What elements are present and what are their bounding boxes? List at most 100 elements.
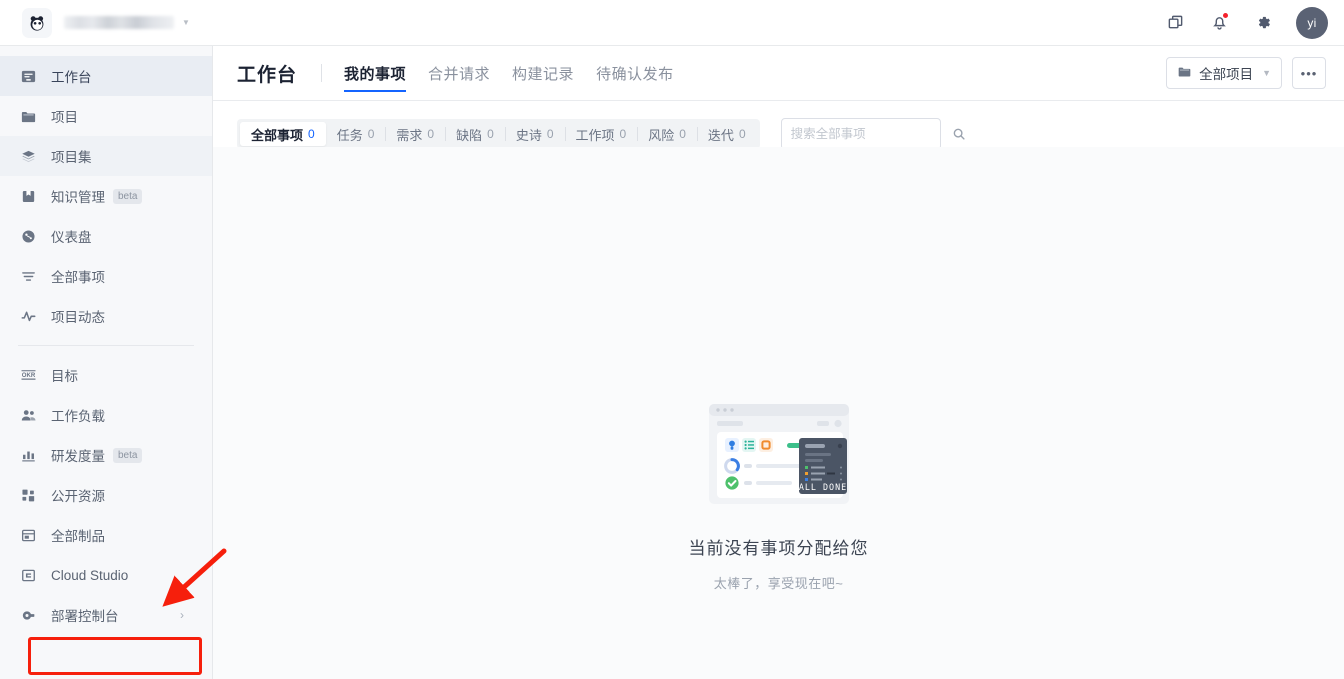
sidebar-item-knowledge[interactable]: 知识管理 beta xyxy=(0,176,212,216)
filter-row: 全部事项 0 任务 0 需求 0 缺陷 0 史诗 0 工作项 0 风险 0 迭代… xyxy=(213,101,1344,150)
chip-label: 迭代 xyxy=(707,127,734,143)
page-header: 工作台 我的事项 合并请求 构建记录 待确认发布 全部项目 ▼ ••• xyxy=(213,46,1344,101)
issue-list-area: ALL DONE 当前没有事项分配给您 太棒了，享受现在吧~ xyxy=(213,147,1344,679)
sidebar-item-label: 项目 xyxy=(51,110,78,125)
sidebar: 工作台 项目 项目集 知识管理 beta 仪表盘 全部事项 项目动态 OKR 目… xyxy=(0,46,213,679)
users-icon xyxy=(18,405,38,425)
sidebar-item-cloud-studio[interactable]: Cloud Studio xyxy=(0,555,212,595)
folder-icon xyxy=(1177,64,1192,82)
chip-requirement[interactable]: 需求 0 xyxy=(385,122,445,146)
cloud-studio-icon xyxy=(18,565,38,585)
tab-pending-release[interactable]: 待确认发布 xyxy=(596,46,674,101)
copy-windows-icon[interactable] xyxy=(1164,12,1186,34)
tab-my-issues[interactable]: 我的事项 xyxy=(344,46,407,101)
chip-label: 工作项 xyxy=(575,127,615,143)
chip-all-issues[interactable]: 全部事项 0 xyxy=(240,122,326,146)
folder-icon xyxy=(18,106,38,126)
chip-label: 全部事项 xyxy=(251,127,304,143)
tab-build-records[interactable]: 构建记录 xyxy=(512,46,574,101)
brand-area[interactable]: ▼ xyxy=(0,7,190,38)
svg-text:OKR: OKR xyxy=(21,373,35,379)
chip-count: 0 xyxy=(308,127,315,141)
grid-squares-icon xyxy=(18,485,38,505)
chip-iteration[interactable]: 迭代 0 xyxy=(696,122,757,146)
more-options-button[interactable]: ••• xyxy=(1292,57,1326,89)
sidebar-item-label: 仪表盘 xyxy=(51,230,92,245)
project-select-label: 全部项目 xyxy=(1199,67,1254,82)
chip-count: 0 xyxy=(546,127,554,141)
bell-notification-icon[interactable] xyxy=(1208,11,1230,34)
sidebar-item-label: 项目集 xyxy=(51,150,92,165)
sidebar-item-label: 研发度量 xyxy=(51,449,105,464)
sidebar-item-deploy-console[interactable]: 部署控制台 › xyxy=(0,595,212,635)
sidebar-item-all-artifacts[interactable]: 全部制品 xyxy=(0,515,212,555)
chip-epic[interactable]: 史诗 0 xyxy=(504,122,565,146)
chip-task[interactable]: 任务 0 xyxy=(326,122,386,146)
avatar[interactable]: yi xyxy=(1296,6,1328,39)
chip-count: 0 xyxy=(367,127,375,141)
org-name-redacted xyxy=(64,16,174,29)
sidebar-item-workload[interactable]: 工作负载 xyxy=(0,395,212,435)
sidebar-item-metrics[interactable]: 研发度量 beta xyxy=(0,435,212,475)
chip-work-item[interactable]: 工作项 0 xyxy=(564,122,638,146)
deploy-console-icon xyxy=(18,605,38,625)
sidebar-item-label: 全部事项 xyxy=(51,270,105,285)
header-actions: 全部项目 ▼ ••• xyxy=(1166,57,1344,89)
sidebar-item-workbench[interactable]: 工作台 xyxy=(0,56,212,96)
sidebar-item-project-activity[interactable]: 项目动态 xyxy=(0,296,212,336)
all-done-illustration: ALL DONE xyxy=(708,404,849,504)
bar-chart-icon xyxy=(18,445,38,465)
sidebar-item-project-set[interactable]: 项目集 xyxy=(0,136,212,176)
sidebar-item-label: 部署控制台 xyxy=(51,609,119,624)
top-bar: ▼ yi xyxy=(0,0,1344,46)
app-root: ▼ yi 工作台 项目 项目集 知识管理 beta 仪表盘 全部事项 项目动态 … xyxy=(0,0,1344,679)
sidebar-item-label: 工作负载 xyxy=(51,409,105,424)
chip-defect[interactable]: 缺陷 0 xyxy=(445,122,505,146)
project-select-dropdown[interactable]: 全部项目 ▼ xyxy=(1166,57,1282,89)
search-box[interactable] xyxy=(780,118,965,150)
chevron-down-icon: ▼ xyxy=(1262,68,1271,78)
page-title: 工作台 xyxy=(237,64,298,86)
chip-label: 任务 xyxy=(336,127,363,143)
sidebar-item-label: Cloud Studio xyxy=(51,567,129,583)
issue-type-chipset: 全部事项 0 任务 0 需求 0 缺陷 0 史诗 0 工作项 0 风险 0 迭代… xyxy=(237,119,760,149)
dashboard-icon xyxy=(18,226,38,246)
sidebar-item-label: 知识管理 xyxy=(51,190,105,205)
sidebar-item-label: 项目动态 xyxy=(51,310,105,325)
chip-count: 0 xyxy=(487,127,494,141)
gear-settings-icon[interactable] xyxy=(1252,12,1274,34)
annotation-highlight-box xyxy=(28,637,202,675)
sidebar-item-okr[interactable]: OKR 目标 xyxy=(0,355,212,395)
sidebar-item-all-issues[interactable]: 全部事项 xyxy=(0,256,212,296)
okr-icon: OKR xyxy=(18,365,38,385)
svg-text:ALL DONE: ALL DONE xyxy=(798,482,846,492)
artifact-box-icon xyxy=(18,525,38,545)
chip-count: 0 xyxy=(738,127,746,141)
sidebar-divider xyxy=(18,345,194,346)
search-icon[interactable] xyxy=(952,127,966,141)
sidebar-item-label: 公开资源 xyxy=(51,489,105,504)
activity-pulse-icon xyxy=(18,306,38,326)
chip-label: 风险 xyxy=(648,127,675,143)
beta-badge: beta xyxy=(113,188,143,204)
workbench-icon xyxy=(18,66,38,86)
sidebar-item-public-resources[interactable]: 公开资源 xyxy=(0,475,212,515)
chip-count: 0 xyxy=(427,127,435,141)
filter-list-icon xyxy=(18,266,38,286)
empty-state-title: 当前没有事项分配给您 xyxy=(688,539,869,558)
sidebar-item-project[interactable]: 项目 xyxy=(0,96,212,136)
sidebar-item-dashboard[interactable]: 仪表盘 xyxy=(0,216,212,256)
tab-merge-requests[interactable]: 合并请求 xyxy=(428,46,490,101)
notification-badge xyxy=(1222,11,1229,19)
chip-risk[interactable]: 风险 0 xyxy=(637,122,697,146)
empty-state: ALL DONE 当前没有事项分配给您 太棒了，享受现在吧~ xyxy=(213,402,1344,592)
chip-label: 史诗 xyxy=(515,127,542,143)
chip-label: 缺陷 xyxy=(456,127,483,143)
chevron-right-icon: › xyxy=(180,608,184,622)
empty-state-subtitle: 太棒了，享受现在吧~ xyxy=(713,576,844,591)
layers-icon xyxy=(18,146,38,166)
tab-bar: 我的事项 合并请求 构建记录 待确认发布 xyxy=(344,46,674,101)
sidebar-item-label: 目标 xyxy=(51,369,78,384)
book-icon xyxy=(18,186,38,206)
search-input[interactable] xyxy=(790,127,952,141)
